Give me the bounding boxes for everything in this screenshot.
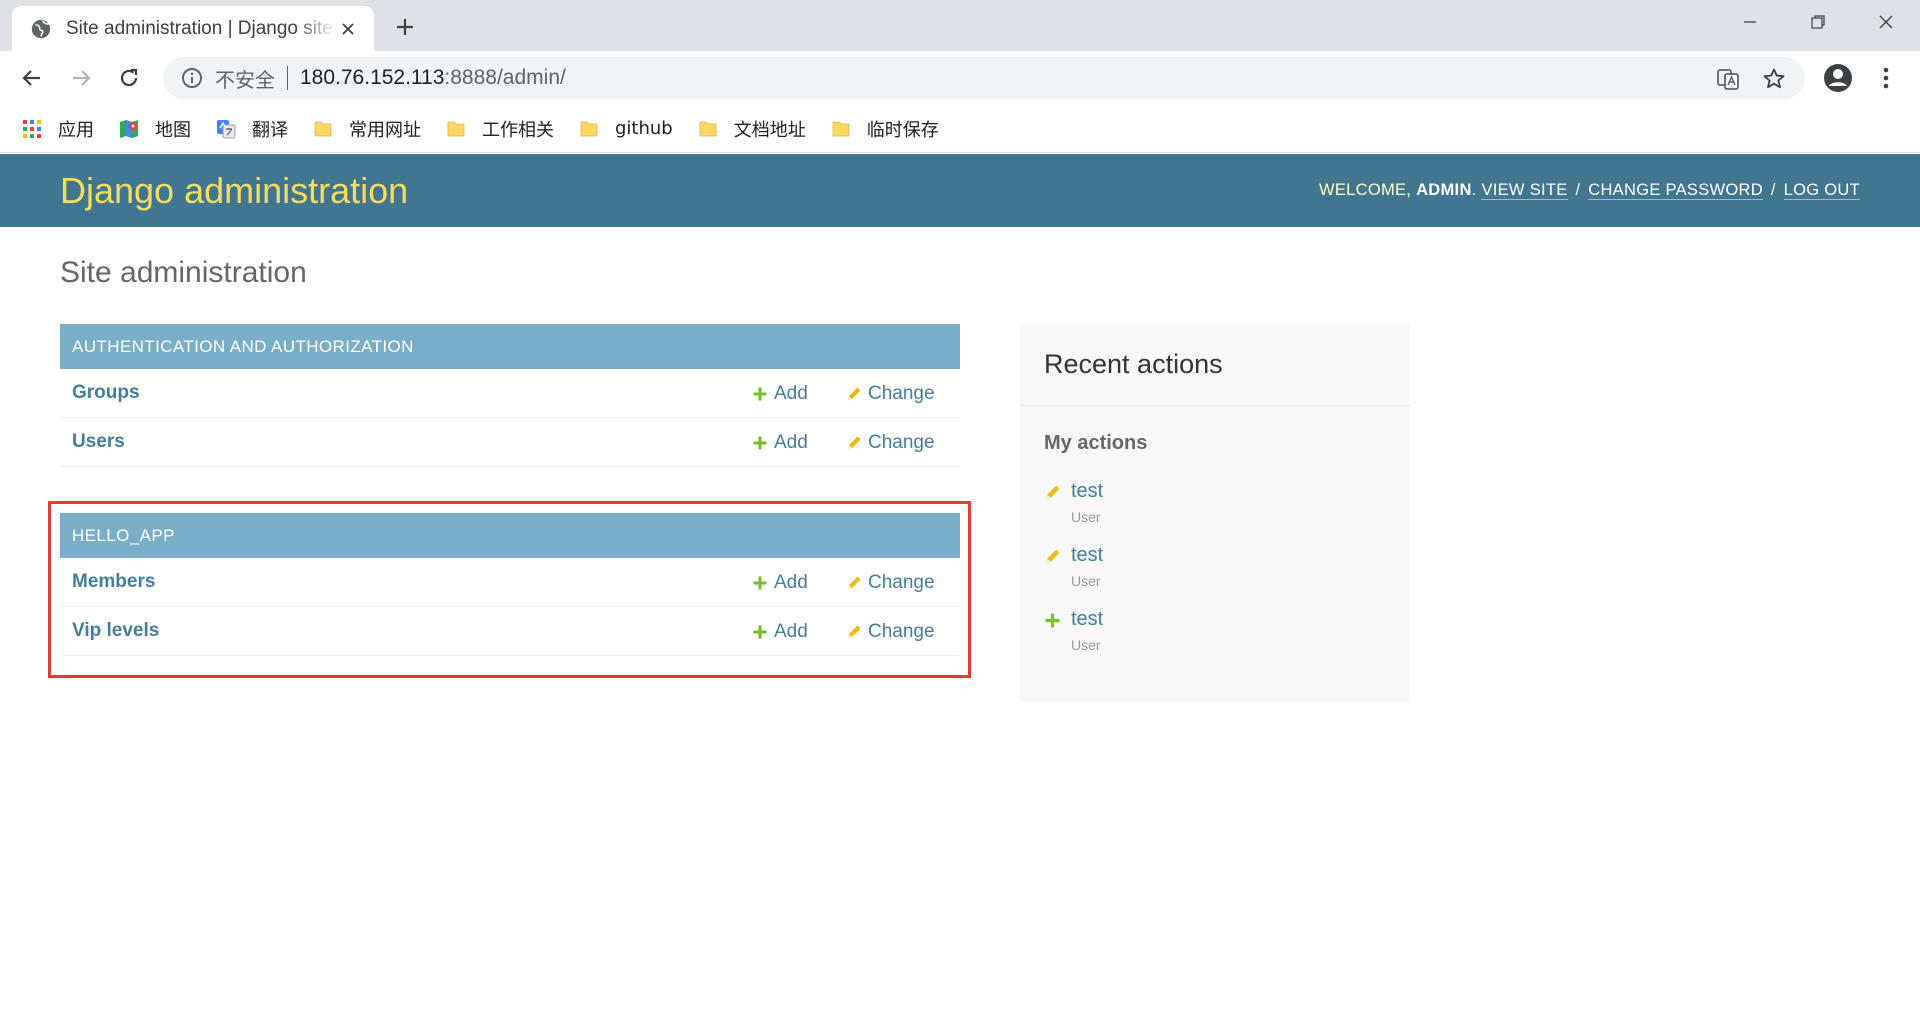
pencil-icon [1046, 549, 1060, 563]
translate-icon [217, 119, 236, 138]
add-link[interactable]: Add [752, 418, 808, 467]
model-link[interactable]: Users [72, 431, 125, 453]
bookmark-maps[interactable]: 地图 [119, 113, 191, 145]
bookmark-label: 临时保存 [866, 119, 939, 141]
bookmark-label: 翻译 [252, 119, 288, 141]
folder-icon [832, 121, 850, 136]
browser-tabstrip: Site administration | Django site admin [0, 0, 1920, 51]
bookmark-folder[interactable]: github [579, 113, 673, 145]
change-label: Change [868, 431, 935, 453]
separator: / [1770, 181, 1776, 199]
bookmark-label: 应用 [58, 119, 94, 141]
address-bar[interactable]: 不安全 180.76.152.113 :8888/admin/ [163, 57, 1805, 99]
bookmark-translate[interactable]: 翻译 [216, 113, 288, 145]
recent-action-type: User [1071, 573, 1101, 589]
change-password-link[interactable]: CHANGE PASSWORD [1588, 181, 1763, 200]
recent-actions-panel: Recent actions My actions test User test… [1020, 324, 1410, 702]
bookmark-folder[interactable]: 常用网址 [313, 113, 421, 145]
folder-icon [447, 121, 465, 136]
my-actions-heading: My actions [1044, 432, 1148, 454]
bookmark-folder[interactable]: 文档地址 [698, 113, 806, 145]
back-icon[interactable] [17, 63, 47, 93]
change-link[interactable]: Change [846, 369, 935, 418]
change-label: Change [868, 382, 935, 404]
highlight-annotation-box [48, 501, 971, 678]
new-tab-icon[interactable] [390, 12, 420, 42]
folder-icon [699, 121, 717, 136]
bookmark-apps[interactable]: 应用 [22, 113, 94, 145]
view-site-link[interactable]: VIEW SITE [1481, 181, 1568, 200]
browser-toolbar: 不安全 180.76.152.113 :8888/admin/ [0, 51, 1920, 105]
model-link[interactable]: Groups [72, 382, 140, 404]
menu-kebab-icon[interactable] [1870, 62, 1902, 94]
recent-action-type: User [1071, 637, 1101, 653]
translate-page-icon[interactable] [1714, 65, 1742, 93]
security-label: 不安全 [215, 69, 275, 92]
pencil-icon [1046, 485, 1060, 499]
add-label: Add [774, 431, 808, 453]
add-label: Add [774, 382, 808, 404]
bookmark-label: 地图 [155, 119, 191, 141]
plus-icon [753, 387, 767, 400]
admin-header: Django administration WELCOME, ADMIN. VI… [0, 154, 1920, 227]
bookmark-folder[interactable]: 工作相关 [446, 113, 554, 145]
bookmark-star-icon[interactable] [1760, 65, 1788, 93]
restore-icon[interactable] [1784, 0, 1852, 44]
user-tools: WELCOME, ADMIN. VIEW SITE / CHANGE PASSW… [1319, 181, 1860, 200]
add-link[interactable]: Add [752, 369, 808, 418]
recent-action-link[interactable]: test [1071, 544, 1103, 567]
bookmark-label: github [615, 118, 673, 139]
module-caption[interactable]: AUTHENTICATION AND AUTHORIZATION [60, 324, 960, 369]
model-row: Users Add Change [60, 418, 960, 467]
recent-action-link[interactable]: test [1071, 480, 1103, 503]
info-icon[interactable] [181, 67, 203, 89]
bookmark-label: 文档地址 [733, 119, 806, 141]
username: ADMIN [1416, 181, 1472, 199]
model-row: Groups Add Change [60, 369, 960, 418]
window-close-icon[interactable] [1852, 0, 1920, 44]
maps-icon [120, 119, 138, 138]
pencil-icon [848, 387, 861, 400]
plus-icon [1045, 613, 1060, 628]
profile-icon[interactable] [1822, 62, 1854, 94]
recent-action-type: User [1071, 509, 1101, 525]
bookmark-folder[interactable]: 临时保存 [831, 113, 939, 145]
app-module-auth: AUTHENTICATION AND AUTHORIZATION Groups … [60, 324, 960, 467]
url-host: 180.76.152.113 [300, 66, 445, 89]
bookmark-label: 工作相关 [482, 119, 554, 141]
change-link[interactable]: Change [846, 418, 935, 467]
log-out-link[interactable]: LOG OUT [1783, 181, 1860, 200]
address-separator [287, 66, 288, 90]
folder-icon [580, 121, 598, 136]
recent-action-link[interactable]: test [1071, 608, 1103, 631]
tab-title: Site administration | Django site admin [66, 17, 336, 39]
globe-icon [31, 19, 51, 38]
recent-actions-title: Recent actions [1020, 324, 1410, 406]
bookmark-label: 常用网址 [349, 119, 421, 141]
url-path: :8888/admin/ [444, 66, 566, 89]
forward-icon[interactable] [66, 63, 96, 93]
browser-tab-active[interactable]: Site administration | Django site admin [12, 6, 374, 51]
folder-icon [314, 121, 332, 136]
plus-icon [753, 436, 767, 449]
welcome-text: WELCOME, [1318, 181, 1417, 199]
apps-grid-icon [23, 119, 41, 138]
reload-icon[interactable] [114, 63, 144, 93]
tab-close-icon[interactable] [336, 17, 360, 41]
welcome-period: . [1471, 181, 1477, 199]
pencil-icon [848, 436, 861, 449]
minimize-icon[interactable] [1716, 0, 1784, 44]
bookmarks-bar: 应用 地图 翻译 常用网址 工作相关 github 文档地址 临时保存 [0, 105, 1920, 153]
site-branding[interactable]: Django administration [60, 170, 408, 212]
page-title: Site administration [60, 256, 307, 289]
separator: / [1575, 181, 1581, 199]
